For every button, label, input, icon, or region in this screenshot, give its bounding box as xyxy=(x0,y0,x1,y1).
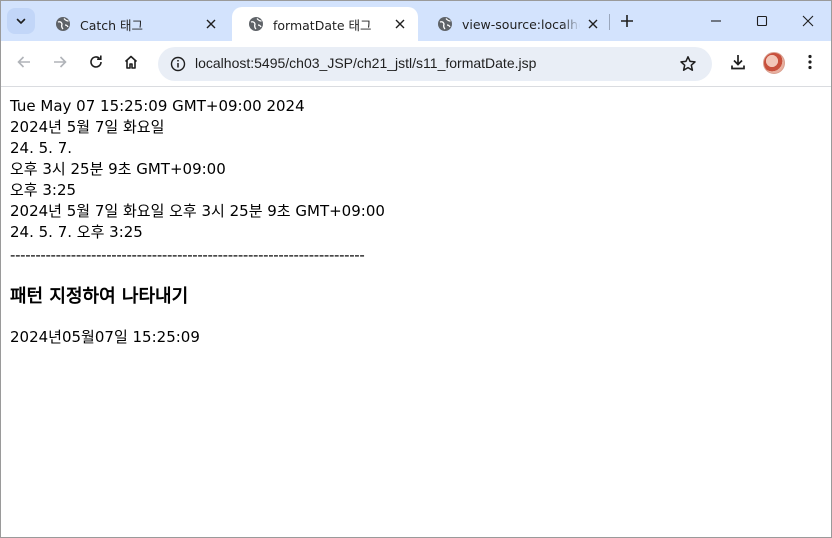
back-button[interactable] xyxy=(10,50,38,78)
pattern-result: 2024년05월07일 15:25:09 xyxy=(10,328,200,346)
avatar[interactable] xyxy=(763,52,785,74)
time-full: 오후 3시 25분 9초 GMT+09:00 xyxy=(10,160,226,178)
address-bar[interactable]: localhost:5495/ch03_JSP/ch21_jstl/s11_fo… xyxy=(158,47,712,81)
new-tab-button[interactable] xyxy=(615,10,639,34)
close-window-button[interactable] xyxy=(785,1,831,41)
maximize-icon xyxy=(756,12,768,31)
url-text[interactable]: localhost:5495/ch03_JSP/ch21_jstl/s11_fo… xyxy=(195,55,536,71)
globe-icon xyxy=(248,16,264,32)
close-icon[interactable] xyxy=(392,16,408,32)
close-icon[interactable] xyxy=(585,16,601,32)
close-icon[interactable] xyxy=(203,16,219,32)
more-vert-icon xyxy=(808,54,812,74)
arrow-left-icon xyxy=(16,54,32,74)
maximize-button[interactable] xyxy=(739,1,785,41)
toolbar: localhost:5495/ch03_JSP/ch21_jstl/s11_fo… xyxy=(1,41,831,87)
site-info-icon[interactable] xyxy=(166,52,190,76)
reload-icon xyxy=(88,54,104,74)
download-icon xyxy=(729,53,747,75)
date-short: 24. 5. 7. xyxy=(10,139,73,157)
time-short: 오후 3:25 xyxy=(10,181,77,199)
page-content: Tue May 07 15:25:09 GMT+09:00 2024 2024년… xyxy=(10,96,820,348)
minimize-icon xyxy=(710,12,722,31)
tab-title: view-source:localhost xyxy=(462,16,580,32)
menu-button[interactable] xyxy=(796,50,824,78)
home-icon xyxy=(123,54,139,74)
chevron-down-icon xyxy=(15,12,27,31)
arrow-right-icon xyxy=(52,54,68,74)
section-heading: 패턴 지정하여 나타내기 xyxy=(10,286,189,307)
tab-search-button[interactable] xyxy=(7,8,35,34)
close-icon xyxy=(802,12,814,31)
bookmark-star-icon[interactable] xyxy=(678,54,698,74)
divider: ----------------------------------------… xyxy=(10,246,365,264)
plus-icon xyxy=(620,13,634,32)
date-full: 2024년 5월 7일 화요일 xyxy=(10,118,165,136)
forward-button[interactable] xyxy=(46,50,74,78)
minimize-button[interactable] xyxy=(693,1,739,41)
globe-icon xyxy=(55,16,71,32)
tab-view-source[interactable]: view-source:localhost xyxy=(421,7,611,41)
download-button[interactable] xyxy=(724,50,752,78)
datetime-full: 2024년 5월 7일 화요일 오후 3시 25분 9초 GMT+09:00 xyxy=(10,202,385,220)
tab-formatdate[interactable]: formatDate 태그 xyxy=(232,7,418,41)
date-default: Tue May 07 15:25:09 GMT+09:00 2024 xyxy=(10,97,305,115)
tab-strip: Catch 태그 formatDate 태그 view-source:local… xyxy=(1,1,831,41)
tab-separator xyxy=(609,14,610,30)
globe-icon xyxy=(437,16,453,32)
tab-catch[interactable]: Catch 태그 xyxy=(39,7,229,41)
datetime-short: 24. 5. 7. 오후 3:25 xyxy=(10,223,143,241)
home-button[interactable] xyxy=(117,50,145,78)
reload-button[interactable] xyxy=(82,50,110,78)
